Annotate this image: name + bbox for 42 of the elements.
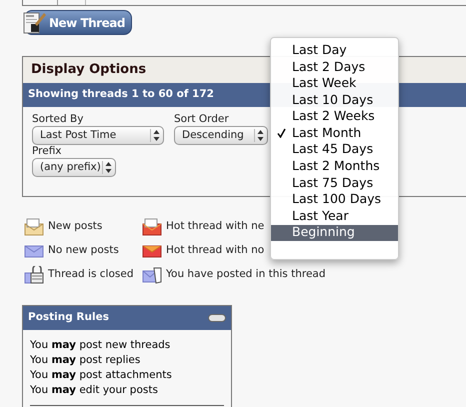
stepper-icon xyxy=(102,161,113,174)
legend-label: New posts xyxy=(48,219,102,234)
checkmark-icon xyxy=(277,128,286,138)
rules-title: Posting Rules xyxy=(28,310,109,326)
envelope-icon xyxy=(24,244,44,258)
legend-label: Hot thread with ne xyxy=(166,219,264,234)
select-field[interactable]: Descending xyxy=(174,126,268,145)
field-label: Prefix xyxy=(32,145,62,158)
menu-item[interactable]: Beginning xyxy=(271,224,398,242)
collapse-icon[interactable] xyxy=(208,314,226,322)
rule-text: You may edit your posts xyxy=(30,383,159,398)
menu-item[interactable]: Last Month xyxy=(271,124,398,142)
stepper-icon xyxy=(254,129,265,142)
menu-item[interactable]: Last Year xyxy=(271,208,398,225)
summary-text: Showing threads 1 to 60 of 172 xyxy=(28,87,214,102)
menu-item[interactable]: Last 10 Days xyxy=(271,92,398,108)
envelope-icon xyxy=(142,266,162,284)
menu-item[interactable]: Last 75 Days xyxy=(271,174,398,192)
rule-text: You may post new threads xyxy=(30,338,172,353)
select-field[interactable]: (any prefix) xyxy=(32,158,116,177)
menu-item[interactable]: Last Day xyxy=(271,42,398,59)
menu-item[interactable]: Last 100 Days xyxy=(271,191,398,208)
menu-item[interactable]: Last 2 Months xyxy=(271,158,398,175)
legend-label: You have posted in this thread xyxy=(166,267,326,282)
menu-item[interactable]: Last 45 Days xyxy=(271,142,398,158)
envelope-icon xyxy=(142,218,162,236)
field-label: Sorted By xyxy=(32,113,84,126)
rule-text: You may post attachments xyxy=(30,368,173,383)
rule-text: You may post replies xyxy=(30,353,142,368)
field-label: Sort Order xyxy=(174,113,229,126)
menu-item[interactable]: Last 2 Weeks xyxy=(271,108,398,125)
legend-label: Hot thread with no xyxy=(166,243,264,258)
envelope-icon xyxy=(24,218,44,236)
document-icon xyxy=(23,10,47,34)
legend-label: No new posts xyxy=(48,243,119,258)
stepper-icon xyxy=(150,129,161,142)
menu-item[interactable]: Last 2 Days xyxy=(271,58,398,76)
new-thread-button[interactable]: New Thread xyxy=(24,10,132,35)
select-field[interactable]: Last Post Time xyxy=(32,126,164,145)
legend-label: Thread is closed xyxy=(48,267,134,282)
padlock-envelope-icon xyxy=(24,266,44,284)
envelope-icon xyxy=(142,244,162,258)
